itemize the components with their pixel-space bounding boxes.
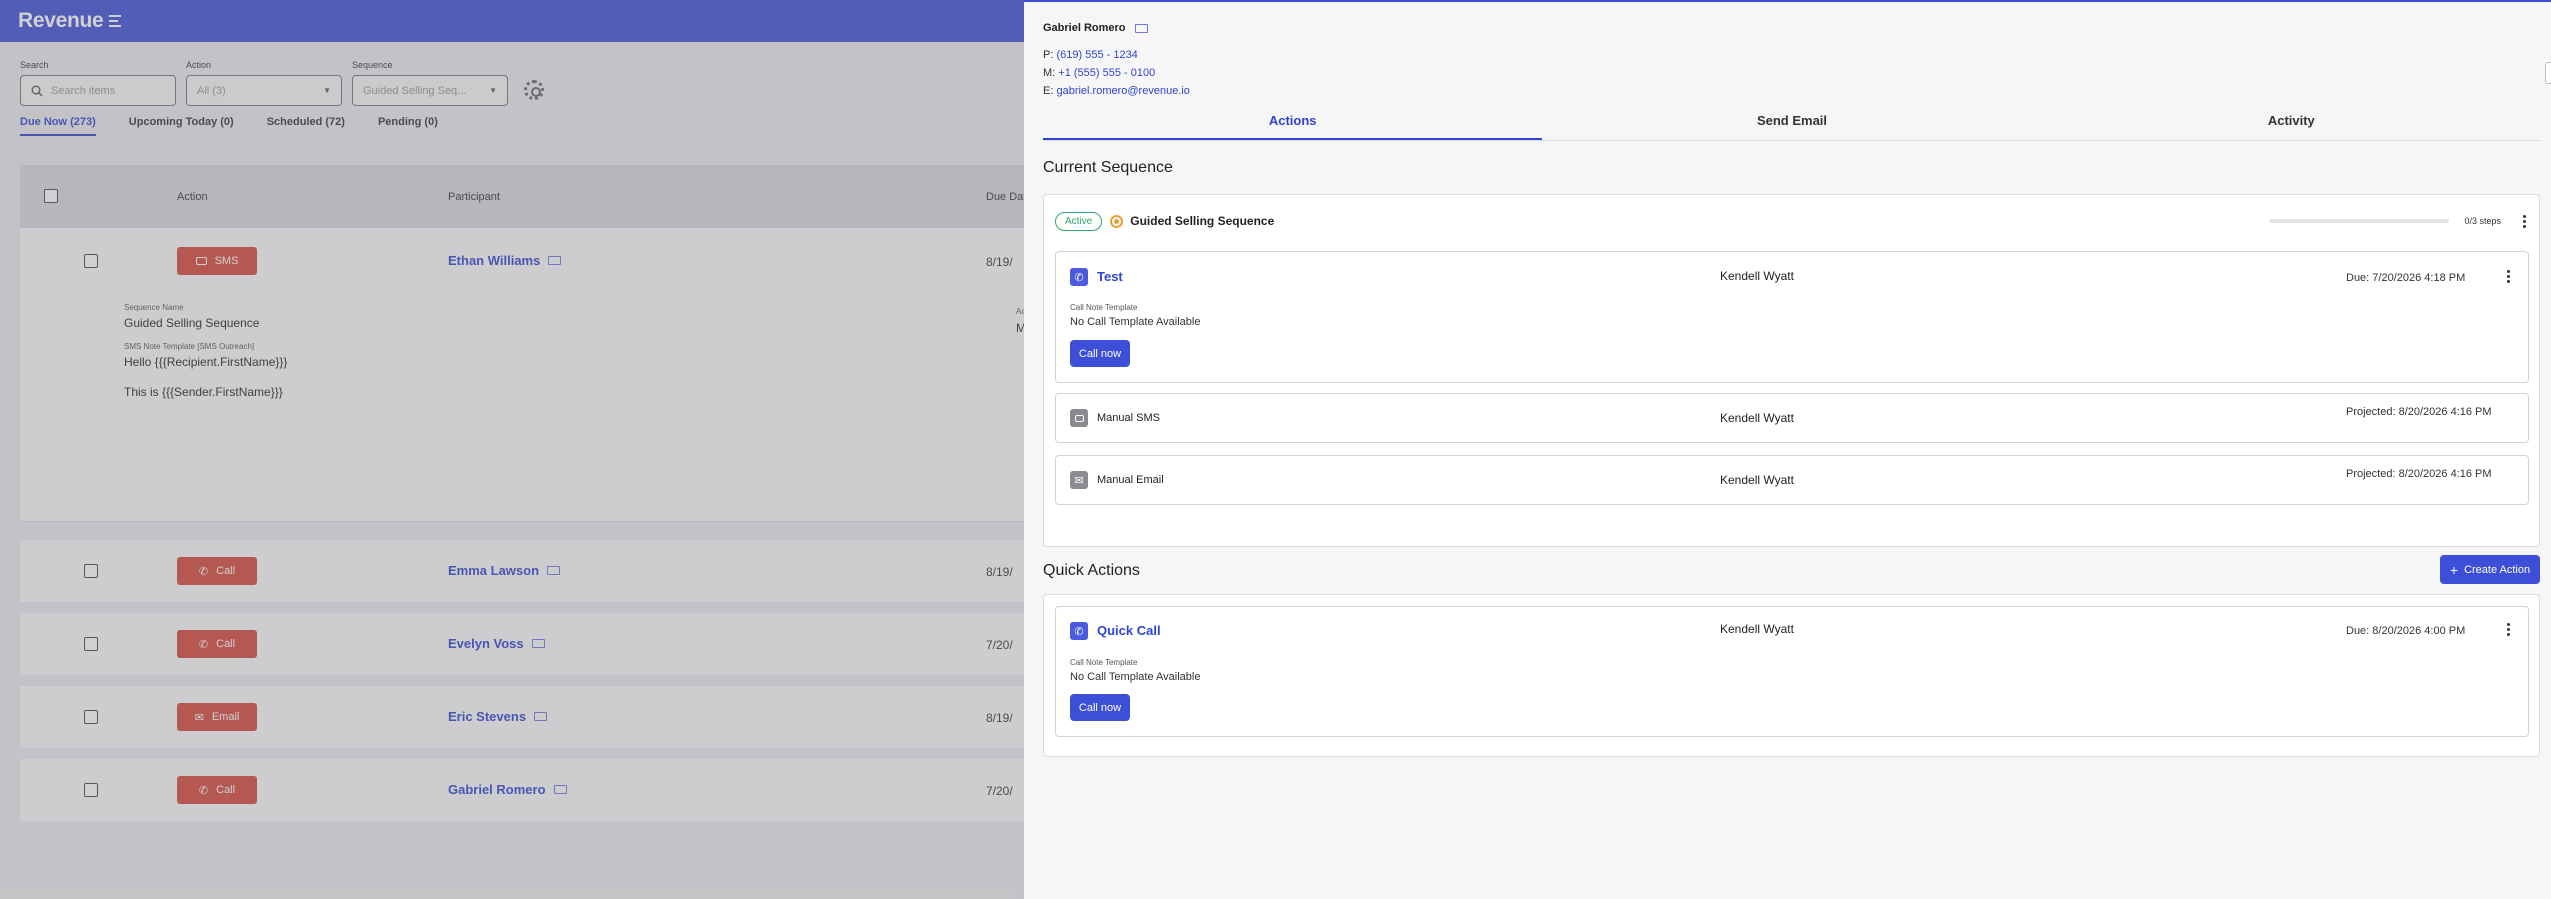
tab-send-email[interactable]: Send Email	[1542, 110, 2041, 140]
sequence-step: ✉ Manual Email Kendell Wyatt Projected: …	[1055, 455, 2529, 505]
template-label: Call Note Template	[1070, 658, 1138, 667]
contact-card-icon[interactable]	[1134, 23, 1148, 33]
step-assignee: Kendell Wyatt	[1720, 473, 1794, 487]
sequence-progress-bar	[2269, 219, 2449, 223]
plus-icon: +	[2449, 561, 2459, 578]
call-now-button[interactable]: Call now	[1070, 340, 1130, 367]
call-now-button[interactable]: Call now	[1070, 694, 1130, 721]
phone-prefix: P:	[1043, 49, 1054, 61]
current-sequence-title: Current Sequence	[1043, 159, 1173, 176]
phone-icon: ✆	[1070, 622, 1088, 640]
template-value: No Call Template Available	[1070, 316, 1201, 328]
step-due: Projected: 8/20/2026 4:16 PM	[2346, 468, 2492, 480]
tab-actions[interactable]: Actions	[1043, 110, 1543, 140]
mobile-row: M: +1 (555) 555 - 0100	[1043, 67, 1190, 79]
email-prefix: E:	[1043, 85, 1054, 97]
step-assignee: Kendell Wyatt	[1720, 269, 1794, 283]
template-label: Call Note Template	[1070, 303, 1138, 312]
chat-icon	[1070, 409, 1088, 427]
email-link[interactable]: gabriel.romero@revenue.io	[1056, 85, 1189, 97]
more-options-icon[interactable]	[2507, 623, 2511, 636]
phone-icon: ✆	[1070, 268, 1088, 286]
mobile-prefix: M:	[1043, 67, 1056, 79]
background-app: Revenue Search Search items Action All (…	[0, 0, 1025, 899]
step-title[interactable]: Test	[1097, 269, 1123, 284]
phone-link[interactable]: (619) 555 - 1234	[1056, 49, 1137, 61]
sequence-card: Active Guided Selling Sequence 0/3 steps…	[1043, 194, 2540, 547]
step-due: Projected: 8/20/2026 4:16 PM	[2346, 406, 2492, 418]
participant-panel: Gabriel Romero P: (619) 555 - 1234 M: +1…	[1024, 0, 2551, 899]
modal-overlay[interactable]	[0, 0, 1025, 899]
sequence-name: Guided Selling Sequence	[1130, 214, 1275, 228]
step-due: Due: 7/20/2026 4:18 PM	[2346, 272, 2466, 284]
create-action-button[interactable]: + Create Action	[2440, 555, 2540, 584]
more-options-icon[interactable]	[2523, 215, 2527, 228]
target-icon	[1110, 214, 1124, 228]
quick-action-assignee: Kendell Wyatt	[1720, 622, 1794, 636]
quick-actions-card: ✆ Quick Call Kendell Wyatt Due: 8/20/202…	[1043, 594, 2540, 757]
contact-info: Gabriel Romero P: (619) 555 - 1234 M: +1…	[1043, 22, 1190, 103]
contact-name: Gabriel Romero	[1043, 22, 1126, 34]
panel-resize-handle[interactable]	[2545, 62, 2551, 84]
sequence-step: ✆ Test Kendell Wyatt Due: 7/20/2026 4:18…	[1055, 251, 2529, 383]
sequence-step: Manual SMS Kendell Wyatt Projected: 8/20…	[1055, 393, 2529, 443]
tab-activity[interactable]: Activity	[2042, 110, 2541, 140]
template-value: No Call Template Available	[1070, 671, 1201, 683]
envelope-icon: ✉	[1070, 471, 1088, 489]
panel-tabs: Actions Send Email Activity	[1043, 110, 2541, 141]
quick-action-item: ✆ Quick Call Kendell Wyatt Due: 8/20/202…	[1055, 606, 2529, 737]
quick-action-title[interactable]: Quick Call	[1097, 623, 1161, 638]
step-assignee: Kendell Wyatt	[1720, 411, 1794, 425]
quick-action-due: Due: 8/20/2026 4:00 PM	[2346, 625, 2466, 637]
quick-actions-title: Quick Actions	[1043, 562, 1140, 579]
sequence-header: Active Guided Selling Sequence 0/3 steps	[1055, 209, 2529, 233]
mobile-link[interactable]: +1 (555) 555 - 0100	[1058, 67, 1155, 79]
contact-name-row: Gabriel Romero	[1043, 22, 1190, 34]
steps-count: 0/3 steps	[2464, 216, 2501, 226]
email-row: E: gabriel.romero@revenue.io	[1043, 85, 1190, 97]
step-title: Manual SMS	[1097, 412, 1160, 424]
status-badge: Active	[1055, 211, 1103, 231]
more-options-icon[interactable]	[2507, 270, 2511, 283]
step-title: Manual Email	[1097, 474, 1164, 486]
phone-row: P: (619) 555 - 1234	[1043, 49, 1190, 61]
create-action-label: Create Action	[2464, 563, 2531, 576]
